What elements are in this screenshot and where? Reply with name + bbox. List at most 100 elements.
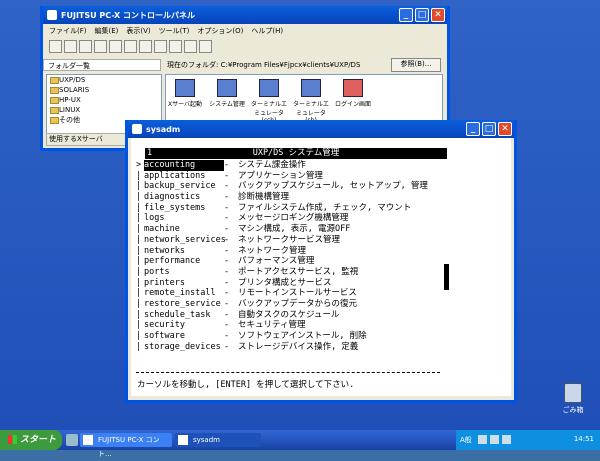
menu-item-backup-service[interactable]: | backup_service - バックアップスケジュール, セットアップ, 管理	[136, 181, 506, 192]
new-icon[interactable]	[49, 39, 62, 53]
ie-quicklaunch-icon[interactable]	[66, 434, 78, 446]
sysadm-titlebar[interactable]: sysadm _ □ ✕	[128, 120, 514, 138]
row-bar: |	[136, 202, 142, 213]
menu-tools[interactable]: ツール(T)	[159, 26, 190, 36]
divider	[136, 372, 440, 373]
separator-dash: -	[224, 181, 230, 192]
tree-item-linux[interactable]: LINUX	[47, 105, 161, 115]
separator-dash: -	[224, 213, 230, 224]
maximize-icon[interactable]: □	[415, 8, 429, 22]
menu-item-diagnostics[interactable]: | diagnostics - 診断機構管理	[136, 192, 506, 203]
menu-description: ストレージデバイス操作, 定義	[238, 341, 359, 352]
menu-item-software[interactable]: | software - ソフトウェアインストール, 削除	[136, 331, 506, 342]
menu-command: backup_service	[144, 181, 216, 192]
menu-item-remote-install[interactable]: | remote_install - リモートインストールサービス	[136, 288, 506, 299]
task-control-panel[interactable]: FUJITSU PC-X コント...	[80, 433, 172, 458]
menu-edit[interactable]: 編集(E)	[95, 26, 119, 36]
separator-dash: -	[224, 341, 230, 352]
menu-item-logs[interactable]: | logs - メッセージロギング機構管理	[136, 213, 506, 224]
scroll-indicator	[444, 264, 449, 290]
start-button[interactable]: スタート	[0, 430, 62, 450]
cut-icon[interactable]	[109, 39, 122, 53]
delete-icon[interactable]	[79, 39, 92, 53]
row-bar: |	[136, 213, 142, 224]
menu-item-file-systems[interactable]: | file_systems - ファイルシステム作成, チェック, マウント	[136, 203, 506, 214]
network-icon[interactable]	[478, 435, 487, 444]
tree-item-uxpds[interactable]: UXP/DS	[47, 75, 161, 85]
close-icon[interactable]: ✕	[431, 8, 445, 22]
tree-item-solaris[interactable]: SOLARIS	[47, 85, 161, 95]
row-bar: |	[136, 320, 142, 331]
current-folder: 現在のフォルダ: C:¥Program Files¥Fjpcx¥clients¥…	[161, 60, 391, 70]
tree-item-hpux[interactable]: HP-UX	[47, 95, 161, 105]
security-icon[interactable]	[502, 435, 511, 444]
minimize-icon[interactable]: _	[399, 8, 413, 22]
row-bar: |	[136, 170, 142, 181]
menu-item-schedule-task[interactable]: | schedule_task - 自動タスクのスケジュール	[136, 310, 506, 321]
maximize-icon[interactable]: □	[482, 122, 496, 136]
recycle-bin-label: ごみ箱	[562, 406, 584, 414]
app-icon	[83, 435, 93, 445]
menu-header: 1 UXP/DS システム管理	[145, 148, 447, 159]
properties-icon[interactable]	[94, 39, 107, 53]
copy-icon[interactable]	[124, 39, 137, 53]
system-admin-icon	[217, 79, 237, 97]
menu-description: ポートアクセスサービス, 監視	[238, 266, 359, 277]
menu-item-performance[interactable]: | performance - パフォーマンス管理	[136, 256, 506, 267]
separator-dash: -	[224, 192, 230, 203]
terminal-sh-icon	[301, 79, 321, 97]
menu-item-security[interactable]: | security - セキュリティ管理	[136, 320, 506, 331]
menu-item-storage-devices[interactable]: | storage_devices - ストレージデバイス操作, 定義	[136, 342, 506, 353]
menu-description: ネットワークサービス管理	[238, 234, 341, 245]
minimize-icon[interactable]: _	[466, 122, 480, 136]
separator-dash: -	[224, 288, 230, 299]
menu-help[interactable]: ヘルプ(H)	[251, 26, 283, 36]
row-bar: |	[136, 331, 142, 341]
menu-description: ソフトウェアインストール, 削除	[238, 331, 367, 341]
menu-command: diagnostics	[144, 192, 201, 203]
menu-description: ネットワーク管理	[238, 245, 307, 256]
menu-description: バックアップスケジュール, セットアップ, 管理	[238, 181, 428, 192]
task-sysadm[interactable]: sysadm	[175, 433, 261, 447]
recycle-bin[interactable]: ごみ箱	[558, 383, 588, 415]
taskbar: スタート FUJITSU PC-X コント... sysadm A般 14:51	[0, 430, 600, 458]
browse-button[interactable]: 参照(B)...	[391, 58, 441, 72]
menu-options[interactable]: オプション(O)	[197, 26, 243, 36]
icon-label: Xサーバ起動	[167, 101, 203, 108]
ime-indicator[interactable]: A般	[460, 435, 472, 445]
sysadm-window[interactable]: sysadm _ □ ✕ 1 UXP/DS システム管理 > accounting…	[125, 120, 517, 403]
row-bar: |	[136, 341, 142, 352]
list-view-icon[interactable]	[184, 39, 197, 53]
menu-item-restore-service[interactable]: | restore_service - バックアップデータからの復元	[136, 299, 506, 310]
menu-item-network-services[interactable]: | network_services - ネットワークサービス管理	[136, 235, 506, 246]
terminal-screen[interactable]: 1 UXP/DS システム管理 > accounting - システム課金操作 | app…	[131, 138, 511, 396]
row-bar: |	[136, 224, 142, 235]
paste-icon[interactable]	[139, 39, 152, 53]
menu-command: applications	[144, 170, 206, 181]
open-icon[interactable]	[64, 39, 77, 53]
terminal-icon	[132, 124, 142, 134]
menu-item-accounting[interactable]: > accounting - システム課金操作	[136, 160, 506, 171]
menu-item-networks[interactable]: | networks - ネットワーク管理	[136, 246, 506, 257]
row-bar: |	[136, 266, 142, 277]
menu-file[interactable]: ファイル(F)	[49, 26, 87, 36]
menu-description: リモートインストールサービス	[238, 288, 357, 299]
details-view-icon[interactable]	[199, 39, 212, 53]
large-icons-icon[interactable]	[154, 39, 167, 53]
menu-command: networks	[144, 245, 185, 256]
small-icons-icon[interactable]	[169, 39, 182, 53]
menu-item-ports[interactable]: | ports - ポートアクセスサービス, 監視	[136, 267, 506, 278]
menu-item-applications[interactable]: | applications - アプリケーション管理	[136, 171, 506, 182]
current-folder-path: C:¥Program Files¥Fjpcx¥clients¥UXP/DS	[220, 61, 361, 69]
close-icon[interactable]: ✕	[498, 122, 512, 136]
menu-item-machine[interactable]: | machine - マシン構成, 表示, 電源OFF	[136, 224, 506, 235]
menu-item-printers[interactable]: | printers - プリンタ構成とサービス	[136, 278, 506, 289]
menu-description: パフォーマンス管理	[238, 256, 315, 267]
control-panel-titlebar[interactable]: FUJITSU PC-X コントロールパネル _ □ ✕	[43, 6, 447, 24]
volume-icon[interactable]	[490, 435, 499, 444]
separator-dash: -	[224, 320, 230, 331]
menu-view[interactable]: 表示(V)	[126, 26, 150, 36]
menu-command: storage_devices	[144, 341, 221, 352]
menu-command: schedule_task	[144, 309, 211, 320]
xserver-icon	[175, 79, 195, 97]
